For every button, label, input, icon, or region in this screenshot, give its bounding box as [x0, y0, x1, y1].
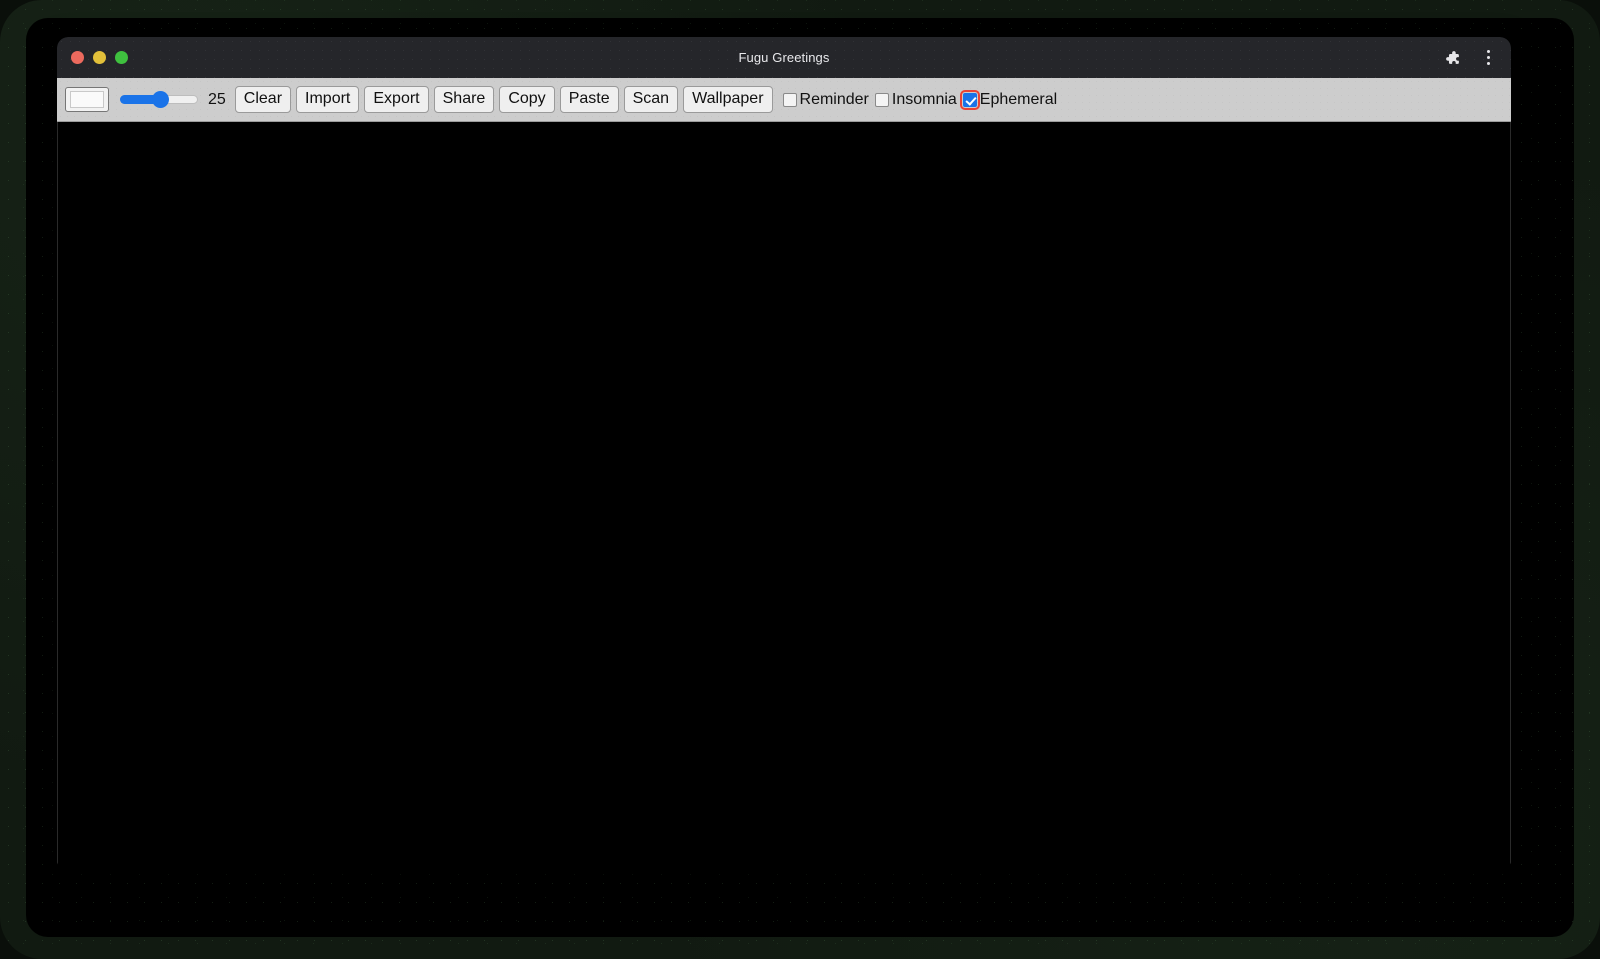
export-button[interactable]: Export — [364, 85, 429, 114]
maximize-window-button[interactable] — [115, 51, 128, 64]
import-button[interactable]: Import — [296, 85, 360, 114]
reminder-checkbox[interactable] — [782, 92, 797, 107]
slider-thumb[interactable] — [151, 91, 169, 108]
scan-button[interactable]: Scan — [623, 85, 679, 114]
drawing-canvas[interactable] — [57, 122, 1511, 865]
slider-value-label: 25 — [208, 90, 226, 108]
three-dots-glyph — [1486, 50, 1490, 65]
toolbar-checkbox-group: Reminder Insomnia Ephemeral — [782, 89, 1064, 110]
color-picker-input[interactable] — [65, 87, 109, 112]
app-toolbar: 25 Clear Import Export Share Copy Paste … — [57, 78, 1511, 122]
window-titlebar: Fugu Greetings — [57, 37, 1511, 78]
paste-button[interactable]: Paste — [559, 85, 619, 114]
titlebar-actions — [1441, 47, 1499, 69]
wallpaper-button[interactable]: Wallpaper — [683, 85, 773, 114]
pen-size-slider[interactable] — [120, 89, 198, 111]
insomnia-checkbox[interactable] — [874, 92, 889, 107]
more-menu-icon[interactable] — [1477, 47, 1499, 69]
browser-window: Fugu Greetings 25 Clear Import Export Sh… — [57, 37, 1511, 865]
color-picker-swatch — [70, 91, 104, 108]
extensions-icon[interactable] — [1441, 47, 1463, 69]
traffic-light-group — [57, 51, 128, 64]
window-title: Fugu Greetings — [738, 50, 830, 65]
insomnia-checkbox-wrap: Insomnia — [874, 91, 963, 109]
ephemeral-checkbox[interactable] — [959, 89, 980, 110]
reminder-checkbox-label[interactable]: Reminder — [800, 91, 869, 109]
ephemeral-checkbox-label[interactable]: Ephemeral — [980, 91, 1057, 109]
reminder-checkbox-wrap: Reminder — [782, 91, 875, 109]
clear-button[interactable]: Clear — [234, 85, 292, 114]
insomnia-checkbox-label[interactable]: Insomnia — [892, 91, 957, 109]
minimize-window-button[interactable] — [93, 51, 106, 64]
share-button[interactable]: Share — [433, 85, 495, 114]
close-window-button[interactable] — [71, 51, 84, 64]
ephemeral-checkbox-wrap: Ephemeral — [959, 89, 1063, 110]
copy-button[interactable]: Copy — [499, 85, 555, 114]
